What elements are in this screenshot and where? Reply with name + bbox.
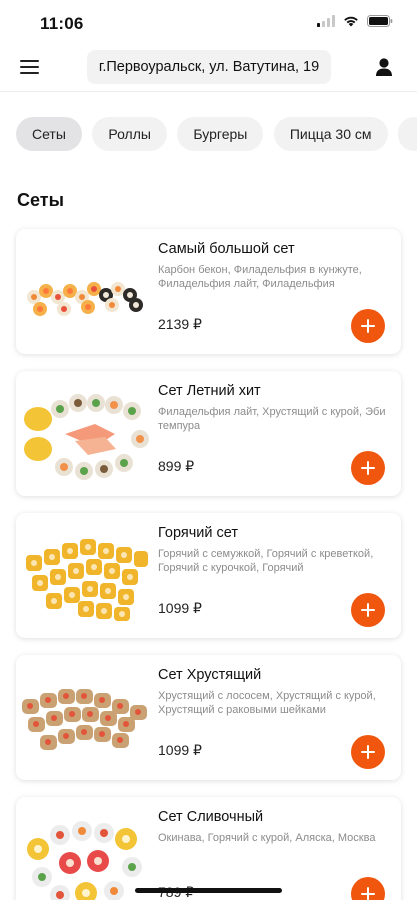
product-description: Карбон бекон, Филадельфия в кунжуте, Фил…	[158, 264, 362, 290]
user-icon[interactable]	[373, 56, 395, 78]
product-name: Сет Сливочный	[158, 809, 264, 825]
product-card[interactable]: Самый большой сет Карбон бекон, Филадель…	[16, 229, 401, 354]
status-bar: 11:06	[0, 0, 417, 44]
add-to-cart-button[interactable]	[351, 309, 385, 343]
status-icons	[317, 15, 393, 27]
product-name: Самый большой сет	[158, 241, 295, 257]
product-price: 899 ₽	[158, 458, 195, 474]
product-card[interactable]: Сет Летний хит Филадельфия лайт, Хрустящ…	[16, 371, 401, 496]
cellular-signal-icon	[317, 15, 335, 27]
tab-more[interactable]	[397, 117, 417, 151]
add-to-cart-button[interactable]	[351, 735, 385, 769]
tab-pizza[interactable]: Пицца 30 см	[273, 117, 388, 151]
product-card[interactable]: Сет Сливочный Окинава, Горячий с курой, …	[16, 797, 401, 900]
tab-sets[interactable]: Сеты	[16, 117, 82, 151]
add-to-cart-button[interactable]	[351, 593, 385, 627]
section-title: Сеты	[17, 190, 64, 210]
product-name: Сет Хрустящий	[158, 667, 262, 683]
sushi-set-image	[22, 689, 147, 750]
product-price: 1099 ₽	[158, 600, 202, 616]
delivery-address-button[interactable]: г.Первоуральск, ул. Ватутина, 19	[87, 50, 331, 84]
sushi-set-image	[26, 539, 148, 621]
product-description: Окинава, Горячий с курой, Аляска, Москва	[158, 832, 376, 844]
product-name: Горячий сет	[158, 525, 238, 541]
hamburger-menu-icon[interactable]	[18, 56, 42, 78]
product-description: Горячий с семужкой, Горячий с креветкой,…	[158, 548, 374, 574]
product-description: Хрустящий с лососем, Хрустящий с курой, …	[158, 690, 376, 716]
home-indicator	[135, 888, 282, 893]
add-to-cart-button[interactable]	[351, 451, 385, 485]
tab-rolls[interactable]: Роллы	[92, 117, 167, 151]
sushi-set-image	[27, 282, 143, 316]
app-header: г.Первоуральск, ул. Ватутина, 19	[0, 44, 417, 92]
battery-icon	[367, 15, 393, 27]
category-tabs: Сеты Роллы Бургеры Пицца 30 см	[16, 117, 417, 153]
product-description: Филадельфия лайт, Хрустящий с курой, Эби…	[158, 406, 386, 432]
product-card[interactable]: Горячий сет Горячий с семужкой, Горячий …	[16, 513, 401, 638]
sushi-set-image	[27, 821, 142, 900]
status-time: 11:06	[40, 14, 84, 33]
product-price: 2139 ₽	[158, 316, 202, 332]
wifi-icon	[344, 16, 358, 27]
product-price: 1099 ₽	[158, 742, 202, 758]
add-to-cart-button[interactable]	[351, 877, 385, 900]
product-name: Сет Летний хит	[158, 383, 261, 399]
tab-burgers[interactable]: Бургеры	[177, 117, 264, 151]
product-card[interactable]: Сет Хрустящий Хрустящий с лососем, Хруст…	[16, 655, 401, 780]
sushi-set-image	[24, 394, 149, 480]
